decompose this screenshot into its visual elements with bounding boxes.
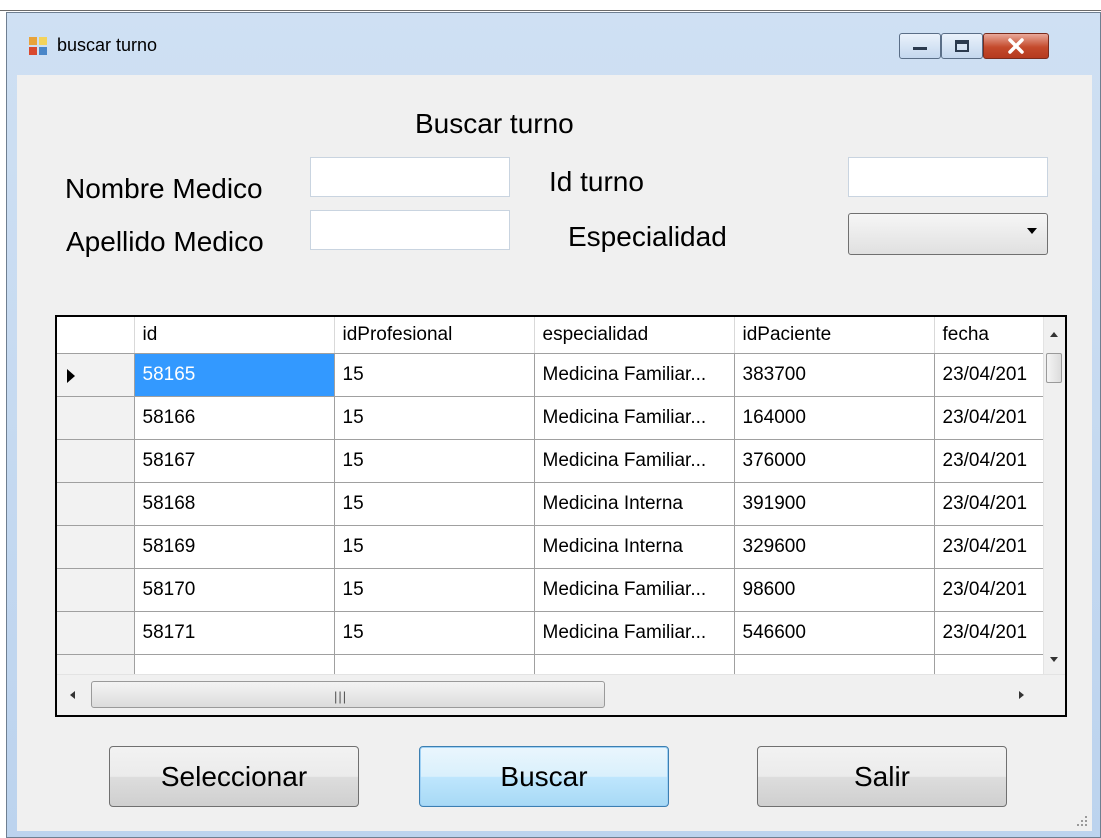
column-header-idprofesional[interactable]: idProfesional xyxy=(334,317,535,354)
cell-id[interactable]: 58166 xyxy=(134,396,335,440)
vertical-scrollbar[interactable] xyxy=(1043,317,1065,675)
scroll-down-arrow-icon xyxy=(1050,657,1058,662)
scroll-right-arrow-icon xyxy=(1019,691,1024,699)
scroll-down-button[interactable] xyxy=(1045,651,1063,669)
title-bar[interactable]: buscar turno xyxy=(7,13,1100,65)
table-row[interactable]: 58167 15 Medicina Familiar... 376000 23/… xyxy=(57,439,1050,483)
cell-idpaciente[interactable]: 546600 xyxy=(734,611,935,655)
id-turno-label: Id turno xyxy=(549,166,644,197)
cell-idpaciente[interactable]: 376000 xyxy=(734,439,935,483)
cell-idpaciente[interactable]: 164000 xyxy=(734,396,935,440)
column-header-especialidad[interactable]: especialidad xyxy=(534,317,735,354)
row-header[interactable] xyxy=(57,568,135,612)
grid-table: id idProfesional especialidad idPaciente… xyxy=(57,317,1050,698)
table-row[interactable]: 58170 15 Medicina Familiar... 98600 23/0… xyxy=(57,568,1050,612)
turnos-data-grid[interactable]: id idProfesional especialidad idPaciente… xyxy=(55,315,1067,717)
cell-especialidad[interactable]: Medicina Familiar... xyxy=(534,611,735,655)
cell-idpaciente[interactable]: 329600 xyxy=(734,525,935,569)
horizontal-scrollbar[interactable]: ||| xyxy=(57,674,1065,715)
table-row[interactable]: 58165 15 Medicina Familiar... 383700 23/… xyxy=(57,353,1050,397)
cell-especialidad[interactable]: Medicina Interna xyxy=(534,525,735,569)
grid-corner-cell[interactable] xyxy=(57,317,135,354)
apellido-medico-label: Apellido Medico xyxy=(66,226,264,257)
scroll-left-button[interactable] xyxy=(63,686,81,704)
close-button[interactable] xyxy=(983,33,1049,59)
horizontal-scroll-thumb[interactable]: ||| xyxy=(91,681,605,708)
id-turno-input[interactable] xyxy=(848,157,1048,197)
cell-idpaciente[interactable]: 383700 xyxy=(734,353,935,397)
scroll-up-button[interactable] xyxy=(1045,325,1063,343)
cell-idprofesional[interactable]: 15 xyxy=(334,482,535,526)
cell-idprofesional[interactable]: 15 xyxy=(334,353,535,397)
cell-idprofesional[interactable]: 15 xyxy=(334,568,535,612)
cell-idprofesional[interactable]: 15 xyxy=(334,611,535,655)
cell-id[interactable]: 58169 xyxy=(134,525,335,569)
cell-id[interactable]: 58165 xyxy=(134,353,335,397)
row-header[interactable] xyxy=(57,482,135,526)
cell-idprofesional[interactable]: 15 xyxy=(334,396,535,440)
chevron-down-icon xyxy=(1027,228,1037,234)
column-header-fecha[interactable]: fecha xyxy=(934,317,1050,354)
cell-fecha[interactable]: 23/04/201 xyxy=(934,525,1050,569)
cell-id[interactable]: 58170 xyxy=(134,568,335,612)
buscar-turno-window: buscar turno Buscar turno Nombre Medico … xyxy=(6,12,1101,838)
page-title: Buscar turno xyxy=(415,108,574,139)
row-header[interactable] xyxy=(57,353,135,397)
column-header-id[interactable]: id xyxy=(134,317,335,354)
cell-especialidad[interactable]: Medicina Familiar... xyxy=(534,396,735,440)
scroll-right-button[interactable] xyxy=(1013,686,1031,704)
row-header[interactable] xyxy=(57,439,135,483)
especialidad-label: Especialidad xyxy=(568,221,727,252)
scroll-left-arrow-icon xyxy=(70,691,75,699)
row-header[interactable] xyxy=(57,396,135,440)
cell-id[interactable]: 58168 xyxy=(134,482,335,526)
nombre-medico-input[interactable] xyxy=(310,157,510,197)
row-header[interactable] xyxy=(57,611,135,655)
maximize-icon xyxy=(955,40,969,52)
cell-fecha[interactable]: 23/04/201 xyxy=(934,439,1050,483)
minimize-icon xyxy=(913,47,927,50)
table-row[interactable]: 58171 15 Medicina Familiar... 546600 23/… xyxy=(57,611,1050,655)
apellido-medico-input[interactable] xyxy=(310,210,510,250)
scroll-grip-icon: ||| xyxy=(334,689,348,704)
cell-idprofesional[interactable]: 15 xyxy=(334,439,535,483)
form-client-area: Buscar turno Nombre Medico Apellido Medi… xyxy=(17,75,1092,831)
cell-fecha[interactable]: 23/04/201 xyxy=(934,396,1050,440)
column-header-idpaciente[interactable]: idPaciente xyxy=(734,317,935,354)
table-row[interactable]: 58168 15 Medicina Interna 391900 23/04/2… xyxy=(57,482,1050,526)
app-icon xyxy=(29,37,49,55)
cell-fecha[interactable]: 23/04/201 xyxy=(934,611,1050,655)
seleccionar-button[interactable]: Seleccionar xyxy=(109,746,359,807)
salir-button[interactable]: Salir xyxy=(757,746,1007,807)
background-line xyxy=(0,10,1101,11)
close-icon xyxy=(1008,38,1024,54)
cell-idpaciente[interactable]: 98600 xyxy=(734,568,935,612)
cell-idpaciente[interactable]: 391900 xyxy=(734,482,935,526)
table-row[interactable]: 58166 15 Medicina Familiar... 164000 23/… xyxy=(57,396,1050,440)
maximize-button[interactable] xyxy=(941,33,983,59)
cell-id[interactable]: 58171 xyxy=(134,611,335,655)
vertical-scroll-thumb[interactable] xyxy=(1046,353,1062,383)
cell-especialidad[interactable]: Medicina Familiar... xyxy=(534,439,735,483)
scroll-up-arrow-icon xyxy=(1050,332,1058,337)
grid-header-row: id idProfesional especialidad idPaciente… xyxy=(57,317,1050,354)
buscar-button[interactable]: Buscar xyxy=(419,746,669,807)
resize-grip-icon[interactable] xyxy=(1076,815,1088,827)
window-title: buscar turno xyxy=(57,35,158,55)
cell-fecha[interactable]: 23/04/201 xyxy=(934,568,1050,612)
cell-fecha[interactable]: 23/04/201 xyxy=(934,482,1050,526)
row-header[interactable] xyxy=(57,525,135,569)
cell-id[interactable]: 58167 xyxy=(134,439,335,483)
minimize-button[interactable] xyxy=(899,33,941,59)
cell-especialidad[interactable]: Medicina Familiar... xyxy=(534,353,735,397)
nombre-medico-label: Nombre Medico xyxy=(65,173,263,204)
current-row-indicator-icon xyxy=(67,368,75,383)
especialidad-select[interactable] xyxy=(848,213,1048,255)
cell-fecha[interactable]: 23/04/201 xyxy=(934,353,1050,397)
cell-especialidad[interactable]: Medicina Interna xyxy=(534,482,735,526)
table-row[interactable]: 58169 15 Medicina Interna 329600 23/04/2… xyxy=(57,525,1050,569)
cell-idprofesional[interactable]: 15 xyxy=(334,525,535,569)
cell-especialidad[interactable]: Medicina Familiar... xyxy=(534,568,735,612)
